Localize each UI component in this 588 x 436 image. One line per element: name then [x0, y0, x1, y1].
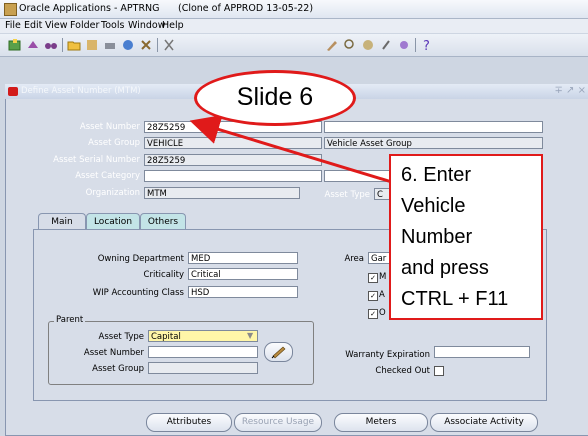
slide-number-label: Slide 6 — [236, 83, 314, 111]
instruction-callout: 6. Enter Vehicle Number and press CTRL +… — [389, 154, 543, 320]
